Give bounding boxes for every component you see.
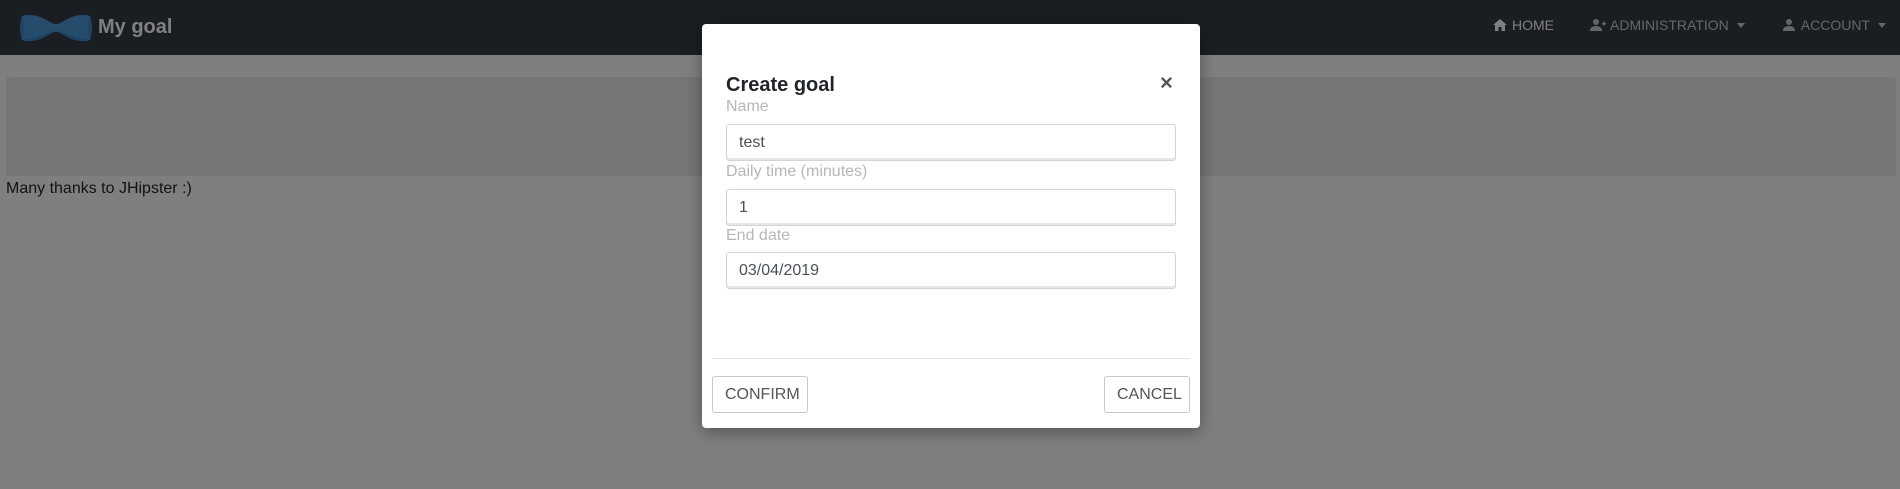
end-date-label: End date [726, 227, 791, 244]
end-date-input[interactable] [726, 252, 1176, 289]
name-label: Name [726, 98, 769, 115]
daily-time-label: Daily time (minutes) [726, 163, 868, 180]
name-input[interactable] [726, 124, 1176, 161]
modal-title: Create goal [726, 74, 835, 96]
daily-time-input[interactable] [726, 189, 1176, 226]
confirm-button[interactable]: CONFIRM [712, 376, 808, 413]
cancel-button[interactable]: CANCEL [1104, 376, 1190, 413]
create-goal-modal: Create goal × Name Daily time (minutes) … [702, 24, 1200, 428]
close-icon[interactable]: × [1160, 72, 1173, 94]
modal-footer-divider [712, 358, 1190, 359]
